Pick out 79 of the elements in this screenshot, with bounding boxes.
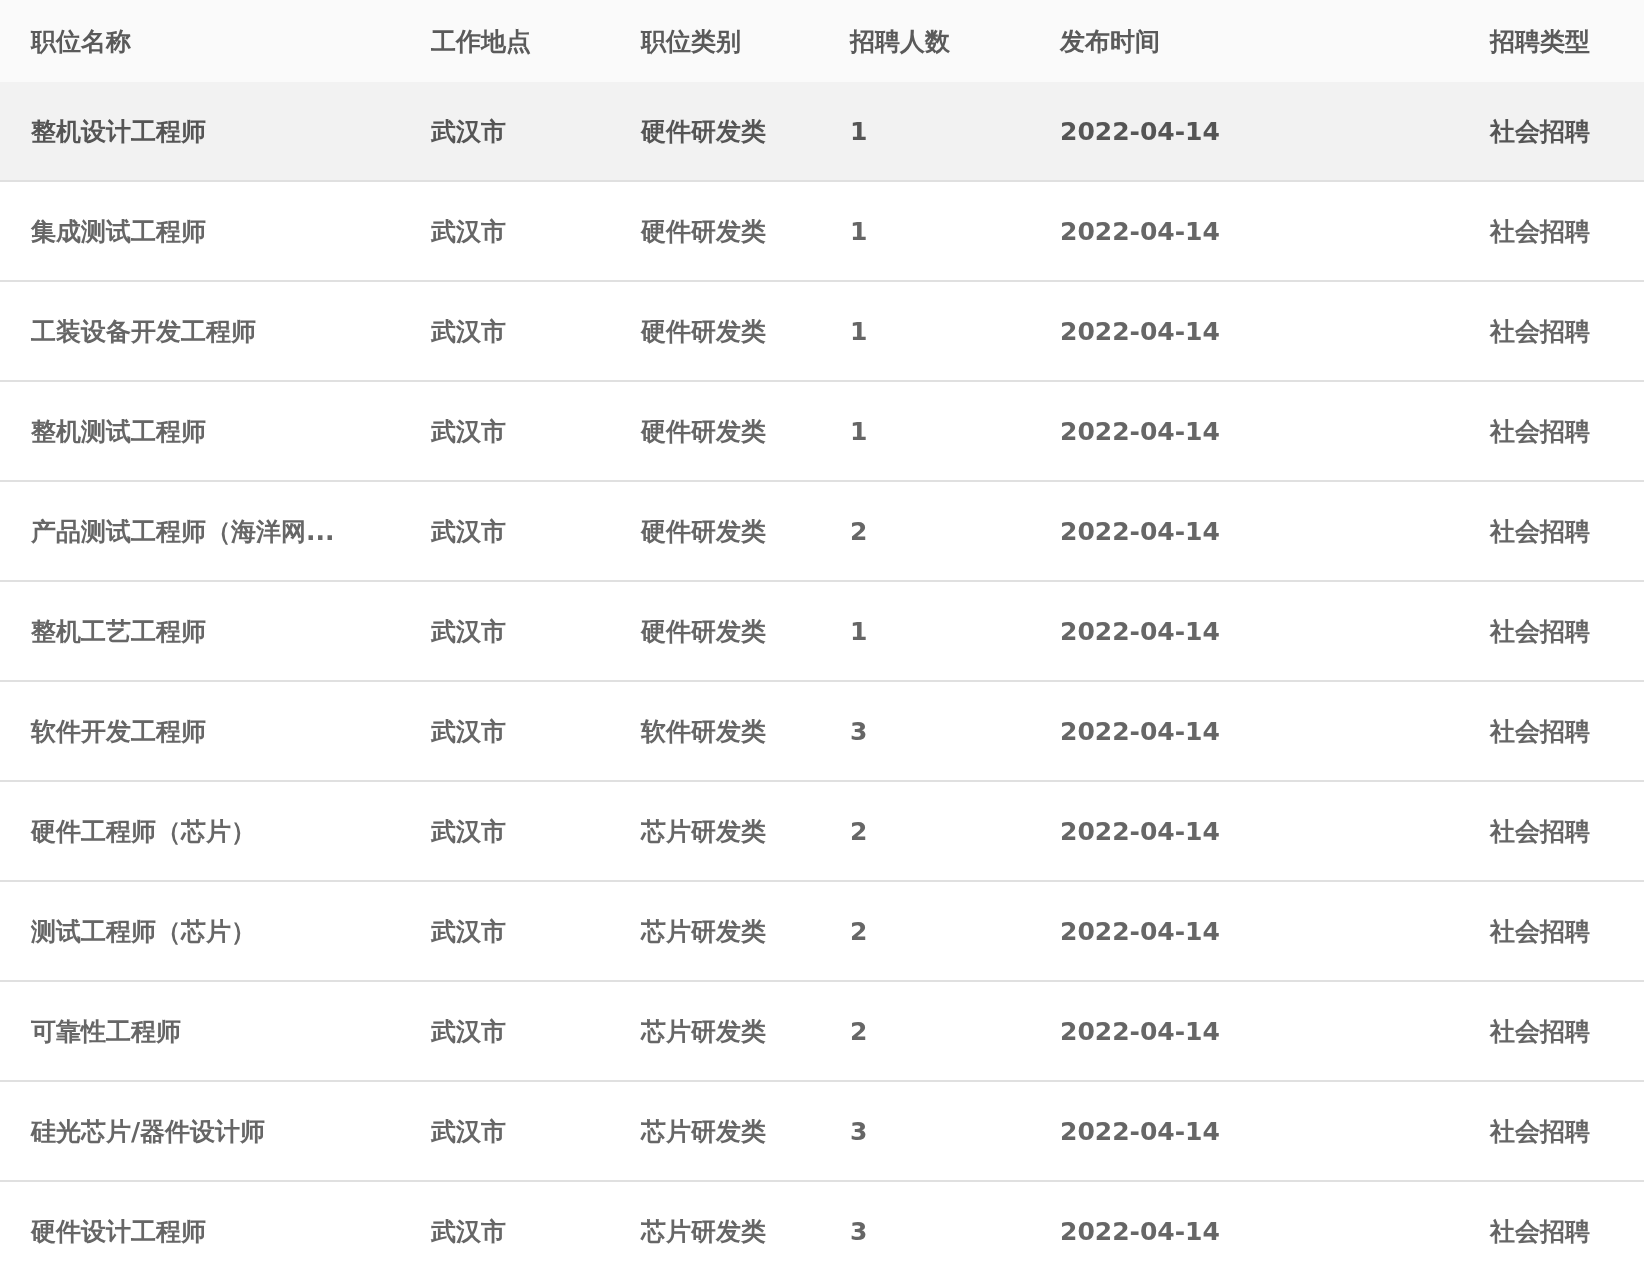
- table-cell-text: 芯片研发类: [641, 915, 767, 948]
- table-cell-text: 1: [850, 316, 869, 346]
- column-header: 招聘人数: [850, 25, 951, 58]
- table-cell-text: 2022-04-14: [1060, 816, 1221, 846]
- table-cell-text: 芯片研发类: [641, 1115, 767, 1148]
- table-cell-text: 硬件研发类: [641, 315, 767, 348]
- table-cell-text: 2: [850, 516, 869, 546]
- table-cell-text: 2022-04-14: [1060, 216, 1221, 246]
- table-cell-text: 集成测试工程师: [31, 215, 207, 248]
- table-cell-text: 武汉市: [431, 1115, 507, 1148]
- table-cell-text: 2022-04-14: [1060, 616, 1221, 646]
- table-cell-text: 可靠性工程师: [31, 1015, 182, 1048]
- table-cell-text: 3: [850, 1216, 869, 1246]
- table-cell-text: 2022-04-14: [1060, 916, 1221, 946]
- table-cell-text: 武汉市: [431, 115, 507, 148]
- table-cell-text: 2: [850, 916, 869, 946]
- table-cell-text: 社会招聘: [1490, 615, 1590, 648]
- table-cell-text: 整机测试工程师: [31, 415, 207, 448]
- table-cell-text: 武汉市: [431, 915, 507, 948]
- table-cell-text: 芯片研发类: [641, 815, 767, 848]
- table-cell-text: 社会招聘: [1490, 1115, 1590, 1148]
- table-cell-text: 社会招聘: [1490, 815, 1590, 848]
- table-cell-text: 1: [850, 116, 869, 146]
- table-cell-text: 硬件研发类: [641, 515, 767, 548]
- table-cell-text: 芯片研发类: [641, 1215, 767, 1248]
- table-cell-text: 社会招聘: [1490, 515, 1590, 548]
- table-cell-text: 2: [850, 1016, 869, 1046]
- table-cell-text: 武汉市: [431, 1215, 507, 1248]
- column-header: 工作地点: [431, 25, 532, 58]
- table-cell-text: 社会招聘: [1490, 115, 1590, 148]
- table-cell-text: 2022-04-14: [1060, 716, 1221, 746]
- table-cell-text: 2022-04-14: [1060, 1216, 1221, 1246]
- column-header: 发布时间: [1060, 25, 1161, 58]
- table-cell-text: 武汉市: [431, 1015, 507, 1048]
- table-cell-text: 2022-04-14: [1060, 516, 1221, 546]
- table-cell-text: 武汉市: [431, 815, 507, 848]
- table-cell-text: 工装设备开发工程师: [31, 315, 257, 348]
- table-cell-text: 硬件研发类: [641, 615, 767, 648]
- table-cell-text: 武汉市: [431, 515, 507, 548]
- table-cell-text: 1: [850, 216, 869, 246]
- table-cell-text: 软件研发类: [641, 715, 767, 748]
- table-cell-text: 社会招聘: [1490, 215, 1590, 248]
- table-cell-text: 1: [850, 416, 869, 446]
- table-cell-text: 软件开发工程师: [31, 715, 207, 748]
- column-header: 招聘类型: [1490, 25, 1590, 58]
- table-cell-text: 芯片研发类: [641, 1015, 767, 1048]
- table-cell-text: 硬件研发类: [641, 415, 767, 448]
- table-cell-text: 武汉市: [431, 415, 507, 448]
- table-cell-text: 社会招聘: [1490, 715, 1590, 748]
- table-cell-text: 武汉市: [431, 615, 507, 648]
- table-cell-text: 3: [850, 716, 869, 746]
- table-cell-text: 整机设计工程师: [31, 115, 207, 148]
- table-cell-text: 3: [850, 1116, 869, 1146]
- table-cell-text: 武汉市: [431, 715, 507, 748]
- table-cell-text: 社会招聘: [1490, 1215, 1590, 1248]
- table-cell-text: 1: [850, 616, 869, 646]
- table-cell-text: 硬件工程师（芯片）: [31, 815, 257, 848]
- table-cell-text: 整机工艺工程师: [31, 615, 207, 648]
- table-cell-text: 硅光芯片/器件设计师: [31, 1115, 267, 1148]
- table-cell-text: 2022-04-14: [1060, 1116, 1221, 1146]
- table-cell-text: 武汉市: [431, 315, 507, 348]
- table-cell-text: 硬件研发类: [641, 215, 767, 248]
- table-cell-text: 社会招聘: [1490, 415, 1590, 448]
- table-cell-text: 社会招聘: [1490, 915, 1590, 948]
- table-cell-text: 社会招聘: [1490, 315, 1590, 348]
- table-cell-text: 2022-04-14: [1060, 316, 1221, 346]
- table-cell-text: 硬件设计工程师: [31, 1215, 207, 1248]
- table-cell-text: 社会招聘: [1490, 1015, 1590, 1048]
- table-cell-text: 2022-04-14: [1060, 416, 1221, 446]
- column-header: 职位类别: [641, 25, 742, 58]
- table-cell-text: 2022-04-14: [1060, 1016, 1221, 1046]
- table-cell-text: 测试工程师（芯片）: [31, 915, 257, 948]
- column-header: 职位名称: [31, 25, 132, 58]
- table-cell-text: 2022-04-14: [1060, 116, 1221, 146]
- table-cell-text: 硬件研发类: [641, 115, 767, 148]
- table-row[interactable]: 整机设计工程师 武汉市 硬件研发类 1 2022-04-14 社会招聘: [0, 82, 1644, 182]
- table-cell-text: 武汉市: [431, 215, 507, 248]
- table-cell-text: 产品测试工程师（海洋网...: [31, 515, 336, 548]
- table-cell-text: 2: [850, 816, 869, 846]
